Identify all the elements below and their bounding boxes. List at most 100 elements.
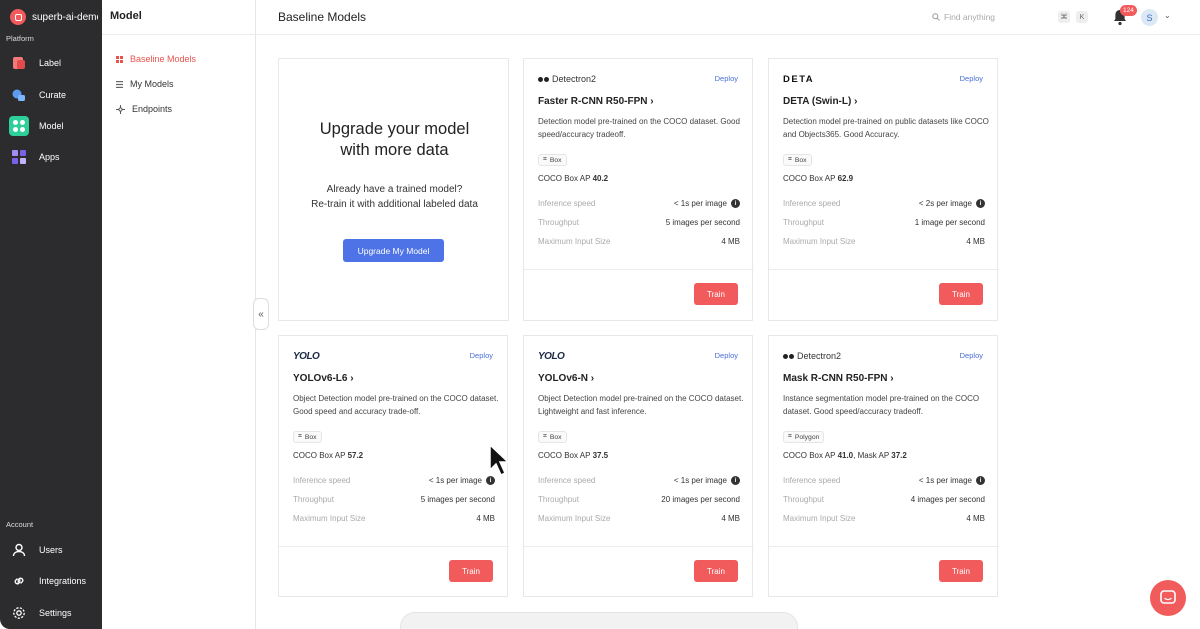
global-search[interactable]: Find anything ⌘ K [932,8,1092,26]
stat-key: Throughput [783,218,824,227]
subnav-item-label: My Models [130,79,174,89]
ap-metric: COCO Box AP 62.9 [783,174,853,183]
rail-item-label[interactable]: Label [6,50,98,76]
polygon-icon: ⌗ [788,433,792,440]
stat-row: Maximum Input Size 4 MB [538,237,740,246]
info-icon[interactable]: i [731,476,740,485]
info-icon[interactable]: i [731,199,740,208]
subnav-title: Model [110,10,142,22]
model-name-link[interactable]: YOLOv6-L6 › [293,373,354,384]
chat-icon [1160,590,1176,604]
train-button[interactable]: Train [939,283,983,305]
stat-key: Inference speed [783,199,841,208]
apps-icon [9,147,29,167]
subnav-item-endpoints[interactable]: Endpoints [116,104,172,114]
deploy-link[interactable]: Deploy [715,351,738,360]
deploy-link[interactable]: Deploy [715,74,738,83]
model-description: Object Detection model pre-trained on th… [538,394,744,416]
stat-value: 4 MB [966,237,985,246]
stat-key: Maximum Input Size [538,237,611,246]
platform-section-label: Platform [6,34,34,43]
info-icon[interactable]: i [976,199,985,208]
train-button[interactable]: Train [694,283,738,305]
chevron-down-icon[interactable]: ⌄ [1164,11,1171,20]
bounding-box-icon: ⌗ [298,433,302,440]
task-tag: ⌗ Polygon [783,431,825,443]
card-divider [769,546,999,547]
stat-value: 4 MB [966,514,985,523]
rail-item-model[interactable]: Model [6,113,98,139]
train-button[interactable]: Train [449,560,493,582]
model-name-link[interactable]: Faster R-CNN R50-FPN › [538,96,654,107]
ap-metric: COCO Box AP 41.0, Mask AP 37.2 [783,451,907,460]
stat-row: Inference speed < 1s per image i [538,476,740,485]
rail-item-settings[interactable]: Settings [6,600,98,626]
card-divider [769,269,999,270]
stat-key: Maximum Input Size [538,514,611,523]
task-tag: ⌗ Box [538,431,567,443]
stat-key: Throughput [538,218,579,227]
ap-label: COCO Box AP [783,174,836,183]
upgrade-subtitle: Already have a trained model? Re-train i… [279,182,510,212]
model-description: Detection model pre-trained on public da… [783,117,989,139]
detectron2-logo: Detectron2 [538,73,596,85]
bottom-scroll-bar[interactable] [400,612,798,629]
deploy-link[interactable]: Deploy [470,351,493,360]
model-name-link[interactable]: DETA (Swin-L) › [783,96,857,107]
stat-value: 20 images per second [661,495,740,504]
grid-icon [116,55,123,63]
endpoint-icon [116,104,125,114]
workspace-switcher[interactable]: superb-ai-demo [10,8,98,26]
subnav-item-baseline-models[interactable]: Baseline Models [116,54,196,64]
user-icon [9,540,29,560]
rail-item-model-text: Model [39,121,64,131]
rail-item-curate[interactable]: Curate [6,82,98,108]
rail-item-integrations[interactable]: Integrations [6,568,98,594]
stat-key: Throughput [293,495,334,504]
upgrade-my-model-button[interactable]: Upgrade My Model [343,239,444,262]
stat-value: 4 MB [476,514,495,523]
chat-support-button[interactable] [1150,580,1186,616]
stat-key: Inference speed [538,199,596,208]
ap-label: COCO Box AP [783,451,836,460]
rail-item-apps[interactable]: Apps [6,144,98,170]
search-icon [932,13,940,21]
ap-label: COCO Box AP [538,174,591,183]
workspace-name: superb-ai-demo [32,11,98,23]
stat-row: Throughput 5 images per second [538,218,740,227]
deploy-link[interactable]: Deploy [960,351,983,360]
subnav-item-my-models[interactable]: My Models [116,79,174,89]
rail-item-users[interactable]: Users [6,537,98,563]
info-icon[interactable]: i [976,476,985,485]
rail-item-integrations-text: Integrations [39,576,87,586]
deploy-link[interactable]: Deploy [960,74,983,83]
card-divider [279,546,509,547]
list-icon [116,80,123,88]
shortcut-key: K [1076,11,1088,23]
bounding-box-icon: ⌗ [788,156,792,163]
collapse-sidebar-button[interactable]: « [253,298,269,330]
chevron-right-icon: › [854,96,858,107]
stat-value: < 2s per image [918,199,972,208]
stat-key: Maximum Input Size [783,237,856,246]
ap-metric: COCO Box AP 57.2 [293,451,363,460]
model-name-link[interactable]: YOLOv6-N › [538,373,594,384]
train-button[interactable]: Train [939,560,983,582]
model-name-link[interactable]: Mask R-CNN R50-FPN › [783,373,894,384]
stat-row: Maximum Input Size 4 MB [293,514,495,523]
brand-name: Detectron2 [797,351,842,361]
avatar[interactable]: S [1141,9,1158,26]
double-chevron-left-icon: « [258,308,264,320]
stat-value: 5 images per second [665,218,740,227]
mask-ap-value: 37.2 [891,451,907,460]
shortcut-key: ⌘ [1058,11,1070,23]
ap-value: 37.5 [592,451,609,460]
upgrade-title: Upgrade your model with more data [319,120,470,159]
rail-item-settings-text: Settings [39,608,72,618]
task-tag-label: Box [304,433,317,441]
stat-value: 4 images per second [910,495,985,504]
stat-value: 4 MB [721,237,740,246]
stat-key: Throughput [783,495,824,504]
train-button[interactable]: Train [694,560,738,582]
stat-row: Throughput 20 images per second [538,495,740,504]
